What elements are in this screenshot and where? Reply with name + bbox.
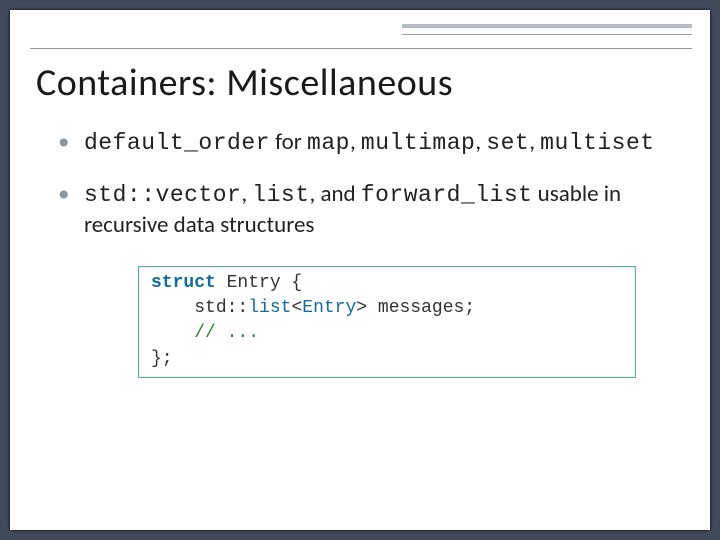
- indent: [151, 298, 194, 318]
- type-list: list: [248, 298, 291, 318]
- tmpl-open: <: [291, 298, 302, 318]
- deco-thin-line: [402, 34, 692, 35]
- code-text: default_order: [84, 130, 270, 156]
- content-area: default_order for map, multimap, set, mu…: [58, 128, 674, 262]
- code-text: map: [307, 130, 350, 156]
- deco-long-line: [30, 48, 692, 49]
- text: ,: [529, 128, 540, 156]
- text: ,: [350, 128, 361, 156]
- member-prefix: std::: [194, 298, 248, 318]
- slide-title: Containers: Miscellaneous: [36, 60, 453, 106]
- bullet-default-order: default_order for map, multimap, set, mu…: [58, 128, 674, 158]
- code-text: forward_list: [361, 182, 533, 208]
- indent: [151, 323, 194, 343]
- type-entry: Entry: [302, 298, 356, 318]
- code-text: list: [252, 182, 309, 208]
- slide: Containers: Miscellaneous default_order …: [10, 10, 710, 530]
- text: ,: [475, 128, 486, 156]
- text: for: [270, 128, 307, 156]
- member-suffix: messages;: [367, 298, 475, 318]
- struct-close: };: [151, 349, 173, 369]
- code-text: set: [486, 130, 529, 156]
- keyword-struct: struct: [151, 273, 216, 293]
- code-example: struct Entry { std::list<Entry> messages…: [138, 266, 636, 378]
- text: ,: [241, 180, 252, 208]
- text: , and: [310, 180, 361, 208]
- comment: // ...: [194, 323, 259, 343]
- deco-bar: [402, 24, 692, 29]
- tmpl-close: >: [356, 298, 367, 318]
- code-text: std::vector: [84, 182, 241, 208]
- code-text: multiset: [540, 130, 654, 156]
- bullet-recursive-structures: std::vector, list, and forward_list usab…: [58, 180, 674, 240]
- code-text: multimap: [361, 130, 475, 156]
- struct-name: Entry {: [216, 273, 302, 293]
